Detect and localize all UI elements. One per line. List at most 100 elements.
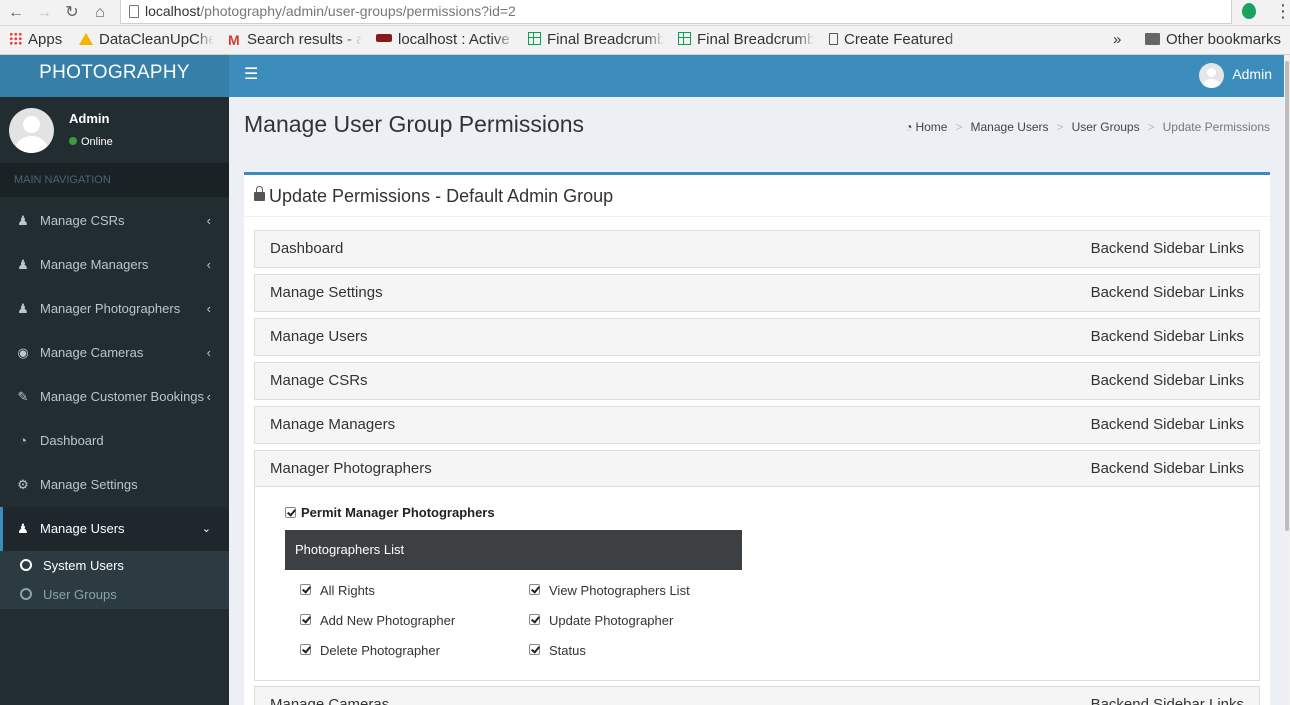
bookmark-final-breadcrumb-2[interactable]: Final Breadcrumb — [678, 31, 814, 49]
sidebar-item-manage-csrs[interactable]: ♟ Manage CSRs ‹ — [0, 199, 229, 243]
address-bar[interactable]: localhost/photography/admin/user-groups/… — [120, 0, 1232, 24]
breadcrumb-home[interactable]: Home — [915, 120, 947, 134]
permit-checkbox[interactable] — [285, 507, 296, 518]
breadcrumb-manage-users[interactable]: Manage Users — [971, 120, 1049, 134]
section-tag: Backend Sidebar Links — [1090, 460, 1244, 477]
page-scrollbar[interactable] — [1284, 55, 1290, 705]
sidebar-item-label: Manage CSRs — [40, 213, 125, 228]
edit-icon: ✎ — [17, 389, 29, 404]
sidebar-subitem-system-users[interactable]: System Users — [0, 551, 229, 580]
section-manage-cameras[interactable]: Manage Cameras Backend Sidebar Links — [254, 686, 1260, 705]
chevron-left-icon: ‹ — [206, 257, 211, 272]
section-title: Dashboard — [270, 240, 344, 257]
folder-icon — [1145, 33, 1160, 45]
section-tag: Backend Sidebar Links — [1090, 416, 1244, 433]
camera-icon: ◉ — [17, 345, 29, 360]
bookmark-final-breadcrumb-1[interactable]: Final Breadcrumb — [528, 31, 664, 49]
section-manager-photographers: Manager Photographers Backend Sidebar Lin… — [254, 450, 1260, 681]
section-title: Manage Users — [270, 328, 368, 345]
update-photographer-checkbox[interactable] — [529, 614, 540, 625]
permission-label: Update Photographer — [549, 613, 674, 628]
all-rights-checkbox[interactable] — [300, 584, 311, 595]
sidebar-item-label: Manage Managers — [40, 257, 149, 272]
user-panel: Admin Online — [0, 97, 229, 163]
sheets-icon — [528, 32, 541, 45]
section-tag: Backend Sidebar Links — [1090, 240, 1244, 257]
sidebar-item-label: Manage Customer Bookings — [40, 389, 205, 404]
sidebar-item-manage-managers[interactable]: ♟ Manage Managers ‹ — [0, 243, 229, 287]
apps-grid-icon — [9, 32, 22, 45]
breadcrumb-separator: > — [955, 120, 963, 134]
page-title: Manage User Group Permissions — [244, 111, 585, 137]
url-host: localhost — [145, 3, 201, 19]
circle-icon — [20, 559, 32, 571]
bookmark-search-results[interactable]: M Search results - a — [228, 31, 362, 49]
box-title: Update Permissions - Default Admin Group — [269, 186, 614, 206]
sidebar: Admin Online MAIN NAVIGATION ♟ Manage CSR… — [0, 97, 229, 705]
delete-photographer-checkbox[interactable] — [300, 644, 311, 655]
bookmark-label: Apps — [28, 31, 63, 48]
breadcrumb-user-groups[interactable]: User Groups — [1072, 120, 1140, 134]
gmail-icon: M — [228, 32, 240, 48]
page-info-icon — [129, 5, 139, 18]
sidebar-item-manage-settings[interactable]: ⚙ Manage Settings — [0, 463, 229, 507]
sidebar-item-manage-users[interactable]: ♟ Manage Users ⌄ — [0, 507, 229, 551]
section-title: Manager Photographers — [270, 460, 432, 477]
sidebar-item-manager-photographers[interactable]: ♟ Manager Photographers ‹ — [0, 287, 229, 331]
dashboard-icon: ◔ — [905, 120, 913, 134]
section-title: Manage Settings — [270, 284, 383, 301]
sidebar-item-label: Manager Photographers — [40, 301, 181, 316]
sidebar-item-label: Manage Settings — [40, 477, 138, 492]
menu-toggle-icon[interactable]: ☰ — [244, 64, 258, 84]
add-new-photographer-checkbox[interactable] — [300, 614, 311, 625]
home-icon[interactable]: ⌂ — [90, 3, 110, 23]
bookmark-datacleanup[interactable]: DataCleanUpChe — [79, 31, 214, 49]
bookmark-apps[interactable]: Apps — [9, 31, 69, 49]
sidebar-subitem-user-groups[interactable]: User Groups — [0, 580, 229, 609]
section-header[interactable]: Manager Photographers Backend Sidebar Lin… — [255, 451, 1259, 487]
section-title: Manage Cameras — [270, 696, 390, 705]
section-tag: Backend Sidebar Links — [1090, 284, 1244, 301]
user-icon: ♟ — [17, 521, 29, 536]
browser-menu-icon[interactable]: ⋮ — [1274, 1, 1290, 21]
bookmark-label: Create Featured — [844, 31, 954, 48]
status-text: Online — [81, 136, 113, 148]
page-icon — [829, 33, 838, 45]
other-bookmarks-label: Other bookmarks — [1166, 31, 1282, 48]
sheets-icon — [678, 32, 691, 45]
photographers-list-header: Photographers List — [285, 530, 742, 570]
sidebar-item-manage-customer-bookings[interactable]: ✎ Manage Customer Bookings ‹ — [0, 375, 229, 419]
bookmark-label: localhost : Active — [398, 31, 510, 48]
other-bookmarks-folder[interactable]: Other bookmarks — [1145, 31, 1287, 49]
section-manage-settings[interactable]: Manage Settings Backend Sidebar Links — [254, 274, 1260, 312]
google-drive-icon — [79, 33, 93, 45]
avatar — [9, 108, 54, 153]
section-manage-csrs[interactable]: Manage CSRs Backend Sidebar Links — [254, 362, 1260, 400]
sidebar-item-label: Dashboard — [40, 433, 104, 448]
bookmark-localhost[interactable]: localhost : Active — [376, 31, 514, 49]
browser-toolbar: ← → ↻ ⌂ localhost/photography/admin/user… — [0, 0, 1290, 26]
section-manage-users[interactable]: Manage Users Backend Sidebar Links — [254, 318, 1260, 356]
bookmarks-overflow-button[interactable]: » — [1113, 31, 1127, 49]
extension-icon[interactable] — [1242, 3, 1256, 19]
reload-icon[interactable]: ↻ — [62, 3, 82, 23]
user-menu[interactable]: Admin — [1199, 61, 1272, 88]
nav-user-name: Admin — [1232, 66, 1272, 82]
section-dashboard[interactable]: Dashboard Backend Sidebar Links — [254, 230, 1260, 268]
user-icon: ♟ — [17, 257, 29, 272]
status-checkbox[interactable] — [529, 644, 540, 655]
sidebar-item-dashboard[interactable]: ◔ Dashboard — [0, 419, 229, 463]
online-dot-icon — [69, 137, 77, 145]
view-photographers-list-checkbox[interactable] — [529, 584, 540, 595]
chevron-left-icon: ‹ — [206, 213, 211, 228]
forward-arrow-icon[interactable]: → — [34, 3, 54, 23]
app-logo[interactable]: PHOTOGRAPHY — [0, 55, 229, 97]
section-manage-managers[interactable]: Manage Managers Backend Sidebar Links — [254, 406, 1260, 444]
permission-label: All Rights — [320, 583, 375, 598]
scrollbar-thumb[interactable] — [1285, 61, 1289, 531]
back-arrow-icon[interactable]: ← — [6, 3, 26, 23]
bookmark-create-featured[interactable]: Create Featured — [829, 31, 965, 49]
chevron-left-icon: ‹ — [206, 301, 211, 316]
sidebar-item-manage-cameras[interactable]: ◉ Manage Cameras ‹ — [0, 331, 229, 375]
user-icon: ♟ — [17, 301, 29, 316]
